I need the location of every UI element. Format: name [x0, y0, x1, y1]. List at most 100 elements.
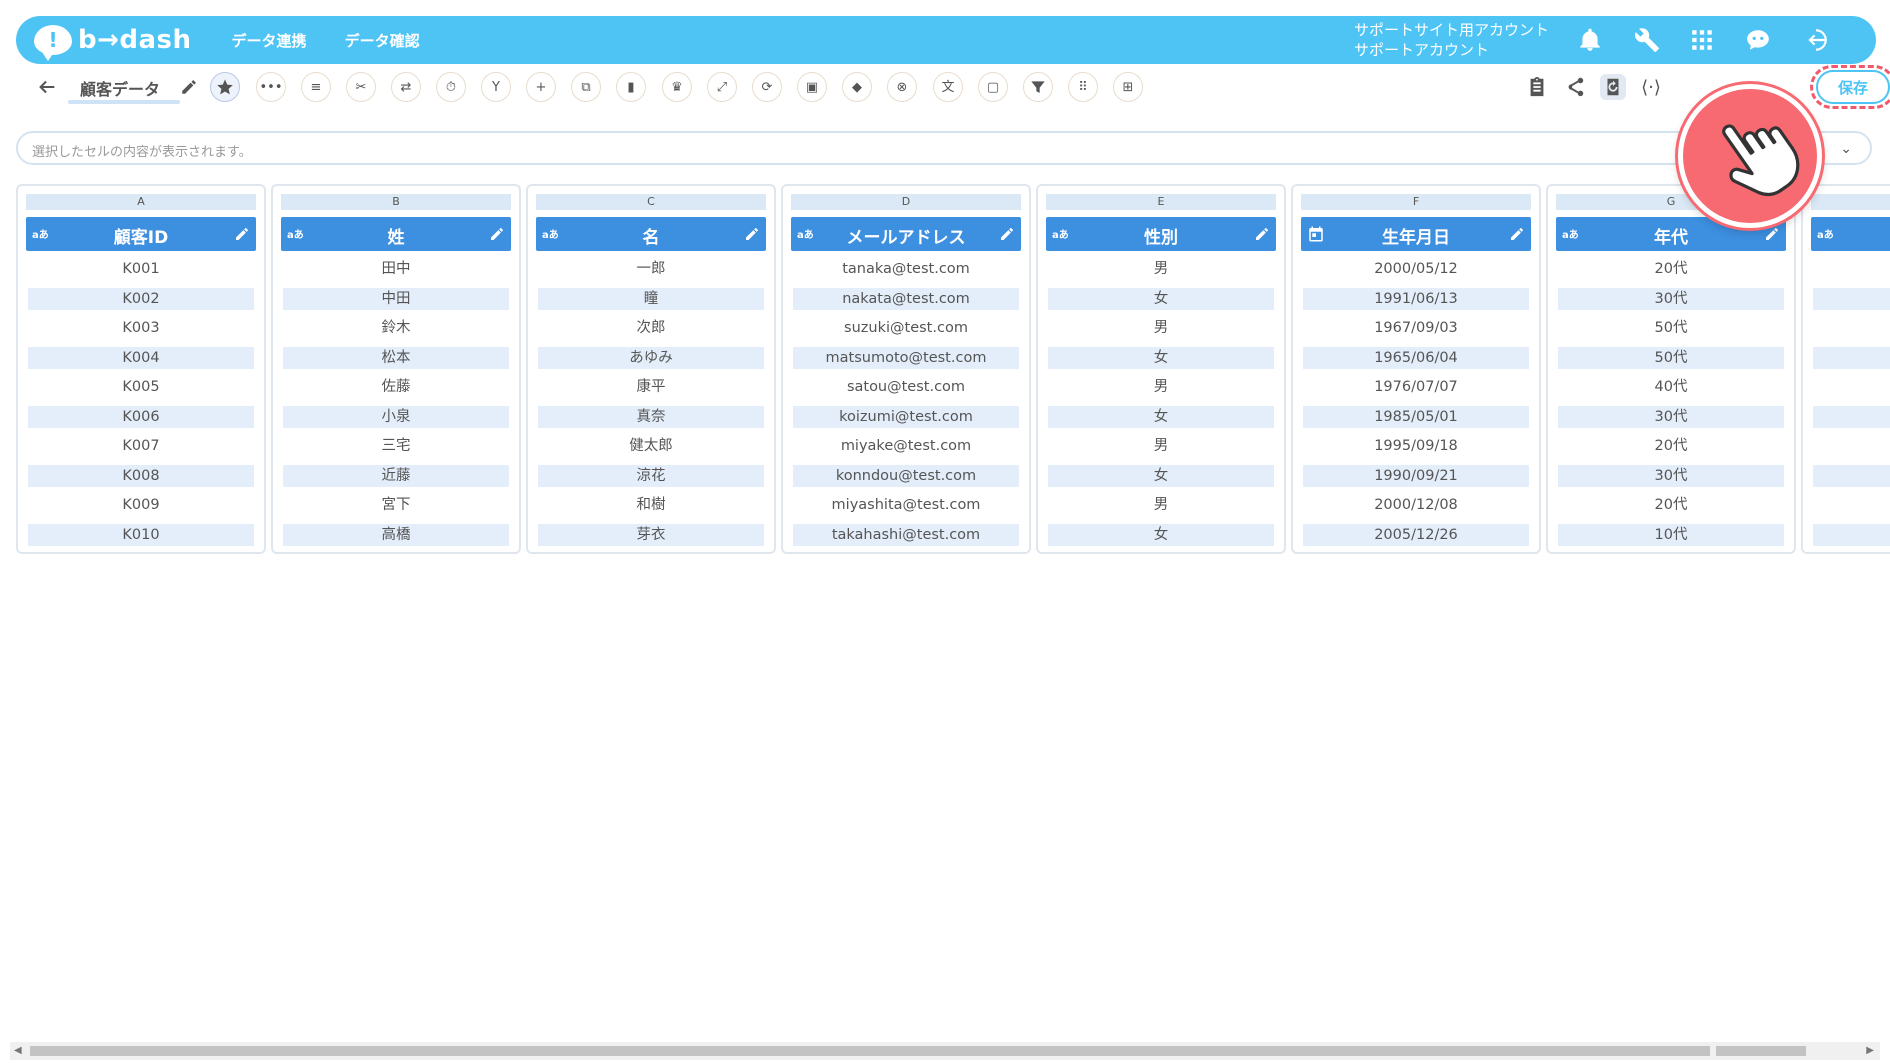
table-cell[interactable] [1813, 258, 1890, 280]
merge-icon[interactable]: Y [481, 72, 511, 102]
column-edit-pencil-icon[interactable] [1764, 226, 1780, 242]
table-cell[interactable]: 近藤 [283, 464, 509, 487]
table-cell[interactable]: 1991/06/13 [1303, 287, 1529, 310]
table-cell[interactable]: 1965/06/04 [1303, 346, 1529, 369]
column-f[interactable]: F 生年月日 2000/05/12 1991/06/13 1967/09/03 1965/… [1291, 184, 1541, 554]
column-letter[interactable]: B [281, 194, 511, 210]
table-cell[interactable]: 2000/05/12 [1303, 258, 1529, 280]
table-cell[interactable]: 2005/12/26 [1303, 523, 1529, 546]
table-cell[interactable]: 瞳 [538, 287, 764, 310]
table-cell[interactable]: 女 [1048, 346, 1274, 369]
table-cell[interactable]: 和樹 [538, 494, 764, 516]
table-cell[interactable]: 次郎 [538, 317, 764, 339]
table-cell[interactable]: 男 [1048, 435, 1274, 457]
nav-data-integration[interactable]: データ連携 [232, 30, 307, 51]
table-cell[interactable] [1813, 435, 1890, 457]
table-cell[interactable] [1813, 287, 1890, 310]
table-cell[interactable]: K003 [28, 317, 254, 339]
column-header[interactable]: aあ 顧客ID [26, 217, 256, 251]
copy-icon[interactable]: ⧉ [571, 72, 601, 102]
sheet-title[interactable]: 顧客データ [80, 76, 160, 100]
bell-icon[interactable] [1576, 26, 1604, 54]
table-cell[interactable]: 女 [1048, 523, 1274, 546]
column-letter[interactable]: F [1301, 194, 1531, 210]
table-cell[interactable]: 50代 [1558, 346, 1784, 369]
table-cell[interactable]: 鈴木 [283, 317, 509, 339]
cancel-icon[interactable]: ⊗ [887, 72, 917, 102]
bdash-logo[interactable]: ! b→dash [34, 25, 192, 61]
timer-icon[interactable]: ⏱ [436, 72, 466, 102]
table-cell[interactable]: 男 [1048, 376, 1274, 398]
table-cell[interactable] [1813, 464, 1890, 487]
table-cell[interactable]: 芽衣 [538, 523, 764, 546]
refresh-icon[interactable] [1600, 74, 1626, 100]
chat-bot-icon[interactable] [1744, 26, 1772, 54]
box-icon[interactable]: ◆ [842, 72, 872, 102]
column-edit-pencil-icon[interactable] [744, 226, 760, 242]
table-cell[interactable]: 三宅 [283, 435, 509, 457]
table-cell[interactable]: konndou@test.com [793, 464, 1019, 487]
table-cell[interactable]: K010 [28, 523, 254, 546]
table-cell[interactable]: 健太郎 [538, 435, 764, 457]
column-edit-pencil-icon[interactable] [1509, 226, 1525, 242]
column-header[interactable]: aあ メールアドレス [791, 217, 1021, 251]
column-letter[interactable]: D [791, 194, 1021, 210]
table-cell[interactable] [1813, 494, 1890, 516]
table-cell[interactable] [1813, 346, 1890, 369]
translate-icon[interactable]: 文 [933, 72, 963, 102]
table-cell[interactable]: 小泉 [283, 405, 509, 428]
column-header[interactable]: aあ 性別 [1046, 217, 1276, 251]
star-icon[interactable] [210, 72, 240, 102]
save-button[interactable]: 保存 [1816, 70, 1890, 104]
table-cell[interactable]: 女 [1048, 405, 1274, 428]
table-cell[interactable]: 女 [1048, 464, 1274, 487]
column-b[interactable]: Baあ姓田中 中田 鈴木 松本 佐藤 小泉 三宅 近藤 宮下 高橋 [271, 184, 521, 554]
column-header[interactable]: 生年月日 [1301, 217, 1531, 251]
table-cell[interactable]: 宮下 [283, 494, 509, 516]
table-cell[interactable]: 50代 [1558, 317, 1784, 339]
table-cell[interactable]: K008 [28, 464, 254, 487]
apps-grid-icon[interactable] [1688, 26, 1716, 54]
column-c[interactable]: Caあ名一郎瞳次郎 あゆみ 康平 真奈 健太郎 涼花 和樹 芽衣 [526, 184, 776, 554]
column-a[interactable]: Aaあ 顧客ID K001 K002 K003 K004 K005 K006 K007 K008 K… [16, 184, 266, 554]
table-cell[interactable]: nakata@test.com [793, 287, 1019, 310]
table-cell[interactable]: 30代 [1558, 287, 1784, 310]
column-letter[interactable]: E [1046, 194, 1276, 210]
wrench-icon[interactable] [1633, 26, 1661, 54]
logout-icon[interactable] [1802, 26, 1830, 54]
table-cell[interactable]: 男 [1048, 317, 1274, 339]
filter-icon[interactable] [1023, 72, 1053, 102]
table-cell[interactable]: 40代 [1558, 376, 1784, 398]
table-cell[interactable]: 30代 [1558, 464, 1784, 487]
table-cell[interactable]: 松本 [283, 346, 509, 369]
column-letter[interactable]: C [536, 194, 766, 210]
table-cell[interactable] [1813, 317, 1890, 339]
table-cell[interactable]: K006 [28, 405, 254, 428]
more-icon[interactable]: ••• [256, 72, 286, 102]
table-cell[interactable] [1813, 405, 1890, 428]
cell-content-bar[interactable]: 選択したセルの内容が表示されます。 ⌄ [16, 131, 1872, 165]
pencil-icon[interactable] [180, 78, 198, 96]
table-cell[interactable]: 田中 [283, 258, 509, 280]
table-cell[interactable]: 20代 [1558, 435, 1784, 457]
table-cell[interactable]: 20代 [1558, 494, 1784, 516]
table-cell[interactable]: 康平 [538, 376, 764, 398]
chevron-down-icon[interactable]: ⌄ [1840, 141, 1852, 157]
table-cell[interactable]: 1990/09/21 [1303, 464, 1529, 487]
table-cell[interactable] [1813, 523, 1890, 546]
scrollbar-thumb-secondary[interactable] [1716, 1046, 1806, 1056]
nav-data-check[interactable]: データ確認 [345, 30, 420, 51]
table-cell[interactable]: 1976/07/07 [1303, 376, 1529, 398]
column-header[interactable]: aあ [1811, 217, 1890, 251]
column-edit-pencil-icon[interactable] [999, 226, 1015, 242]
column-d[interactable]: Daあ メールアドレス tanaka@test.com nakata@test.com… [781, 184, 1031, 554]
table-cell[interactable]: K009 [28, 494, 254, 516]
scroll-left-icon[interactable]: ◀ [14, 1045, 22, 1056]
table-icon[interactable]: ⊞ [1113, 72, 1143, 102]
column-letter[interactable] [1811, 194, 1890, 210]
table-cell[interactable]: 20代 [1558, 258, 1784, 280]
table-cell[interactable] [1813, 376, 1890, 398]
table-cell[interactable]: miyake@test.com [793, 435, 1019, 457]
table-cell[interactable]: tanaka@test.com [793, 258, 1019, 280]
column-next[interactable]: aあ [1801, 184, 1890, 554]
